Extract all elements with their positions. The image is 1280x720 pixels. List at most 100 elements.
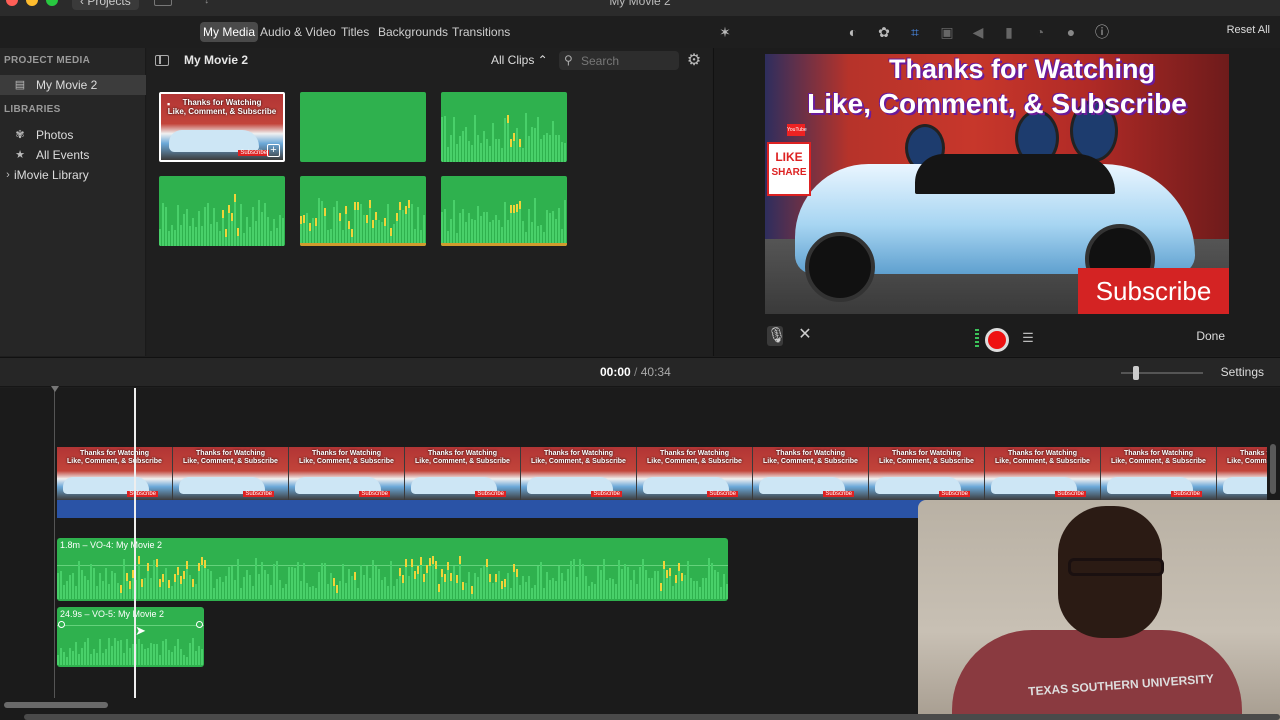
frame-title: Thanks for WatchingLike, Comment, & Subs… — [995, 450, 1090, 465]
waveform-peak — [177, 567, 179, 575]
microphone-icon[interactable]: 🎙 — [767, 326, 786, 346]
sidebar-item-all-events[interactable]: ★ All Events — [0, 145, 146, 165]
thumbnail-title: Thanks for Watching Like, Comment, & Subs… — [167, 98, 277, 116]
waveform-bar — [543, 588, 545, 599]
waveform-bar — [324, 563, 326, 599]
waveform-bar — [57, 573, 59, 599]
sidebar-toggle-icon[interactable] — [155, 55, 169, 66]
waveform-bar — [573, 559, 575, 599]
voiceover-options-icon[interactable]: ☰ — [1020, 330, 1036, 346]
waveform-bar — [453, 566, 455, 599]
waveform-bar — [210, 224, 212, 246]
tab-titles[interactable]: Titles — [338, 22, 372, 42]
speed-icon[interactable]: ◔ — [1032, 24, 1048, 40]
noise-reduction-icon[interactable]: ▮ — [1001, 24, 1017, 40]
record-button[interactable] — [985, 328, 1009, 352]
video-track[interactable]: Thanks for Watching Like, Comment, & Subs… — [57, 447, 1267, 500]
waveform-bar — [639, 567, 641, 599]
media-clip[interactable] — [159, 176, 285, 246]
waveform-bar — [126, 639, 128, 665]
media-clip[interactable]: Thanks for Watching Like, Comment, & Subs… — [159, 92, 285, 162]
waveform-peak — [510, 139, 512, 147]
add-clip-icon[interactable]: + — [267, 144, 280, 157]
waveform-bar — [213, 208, 215, 246]
sidebar-item-imovie-library[interactable]: › iMovie Library — [0, 165, 146, 185]
waveform-bar — [600, 570, 602, 599]
filmstrip-frame: Thanks for WatchingLike, Comment, & Subs… — [637, 447, 753, 500]
preview-car-windows — [915, 154, 1115, 194]
media-clip[interactable] — [441, 176, 567, 246]
clips-filter-select[interactable]: All Clips ⌃ — [491, 53, 548, 67]
frame-subscribe: Subscribe — [823, 491, 854, 497]
color-balance-icon[interactable]: ◐ — [845, 24, 861, 40]
tab-transitions[interactable]: Transitions — [449, 22, 513, 42]
info-icon[interactable]: ⓘ — [1094, 24, 1110, 40]
zoom-slider-thumb[interactable] — [1133, 366, 1139, 380]
waveform-bar — [561, 142, 563, 162]
filmstrip-frame: Thanks for WatchingLike, Comment, & Subs… — [1101, 447, 1217, 500]
search-field[interactable]: ⚲ — [559, 51, 679, 70]
waveform-peak — [678, 563, 680, 571]
waveform-bar — [231, 217, 233, 246]
horizontal-scrollbar[interactable] — [4, 702, 108, 708]
waveform-bar — [87, 580, 89, 599]
waveform-peak — [159, 579, 161, 587]
waveform-bar — [81, 648, 83, 665]
waveform-peak — [156, 559, 158, 567]
playhead[interactable] — [134, 388, 136, 698]
media-clip[interactable] — [300, 176, 426, 246]
search-input[interactable] — [581, 53, 675, 68]
waveform-bar — [342, 564, 344, 599]
stabilization-icon[interactable]: ▣ — [939, 24, 955, 40]
disclosure-icon[interactable]: › — [2, 169, 14, 181]
car-image — [169, 130, 259, 152]
sidebar-item-project[interactable]: ▤ My Movie 2 — [0, 75, 146, 95]
vertical-scrollbar[interactable] — [1270, 444, 1276, 494]
waveform-bar — [336, 201, 338, 246]
waveform-bar — [72, 573, 74, 599]
tab-audio-video[interactable]: Audio & Video — [257, 22, 339, 42]
waveform-bar — [228, 567, 230, 599]
gear-icon[interactable]: ⚙ — [685, 52, 703, 70]
audio-clip-vo5[interactable]: 24.9s – VO-5: My Movie 2 — [57, 607, 204, 667]
waveform-bar — [444, 209, 446, 246]
waveform-bar — [333, 207, 335, 246]
waveform-bar — [198, 211, 200, 246]
sidebar-item-photos[interactable]: ✾ Photos — [0, 125, 146, 145]
waveform-bar — [204, 207, 206, 246]
waveform-bar — [369, 578, 371, 599]
preview-wheel — [805, 232, 875, 302]
color-correction-icon[interactable]: ✿ — [876, 24, 892, 40]
waveform-peak — [423, 574, 425, 582]
done-button[interactable]: Done — [1196, 329, 1225, 343]
waveform-bar — [546, 572, 548, 599]
audio-clip-vo4[interactable]: 1.8m – VO-4: My Movie 2 — [57, 538, 728, 601]
tab-my-media[interactable]: My Media — [200, 22, 259, 42]
waveform-bar — [726, 584, 728, 599]
magic-wand-icon[interactable]: ✶ — [717, 24, 733, 40]
media-clip[interactable] — [441, 92, 567, 162]
waveform-bar — [177, 205, 179, 246]
waveform-bar — [111, 646, 113, 665]
clip-filter-icon[interactable]: ● — [1063, 24, 1079, 40]
frame-title: Thanks for WatchingLike, Comment, & Subs… — [67, 450, 162, 465]
waveform-bar — [483, 566, 485, 599]
volume-icon[interactable]: ◀ — [970, 24, 986, 40]
waveform-bar — [363, 575, 365, 599]
frame-subscribe: Subscribe — [475, 491, 506, 497]
waveform-bar — [468, 572, 470, 599]
video-preview[interactable]: Thanks for Watching Like, Comment, & Sub… — [765, 54, 1229, 314]
waveform-bar — [504, 202, 506, 246]
media-clip[interactable] — [300, 92, 426, 162]
reset-all-button[interactable]: Reset All — [1227, 24, 1270, 36]
waveform-bar — [384, 577, 386, 599]
waveform-bar — [402, 210, 404, 246]
waveform-bar — [579, 559, 581, 599]
waveform-bar — [255, 221, 257, 246]
cancel-voiceover-icon[interactable]: ✕ — [796, 326, 814, 344]
frame-title: Thanks for WatchingLike, Comment, & Subs… — [183, 450, 278, 465]
crop-icon[interactable]: ⌗ — [907, 24, 923, 40]
waveform-bar — [567, 569, 569, 599]
timeline-settings-button[interactable]: Settings — [1221, 365, 1264, 379]
tab-backgrounds[interactable]: Backgrounds — [375, 22, 451, 42]
